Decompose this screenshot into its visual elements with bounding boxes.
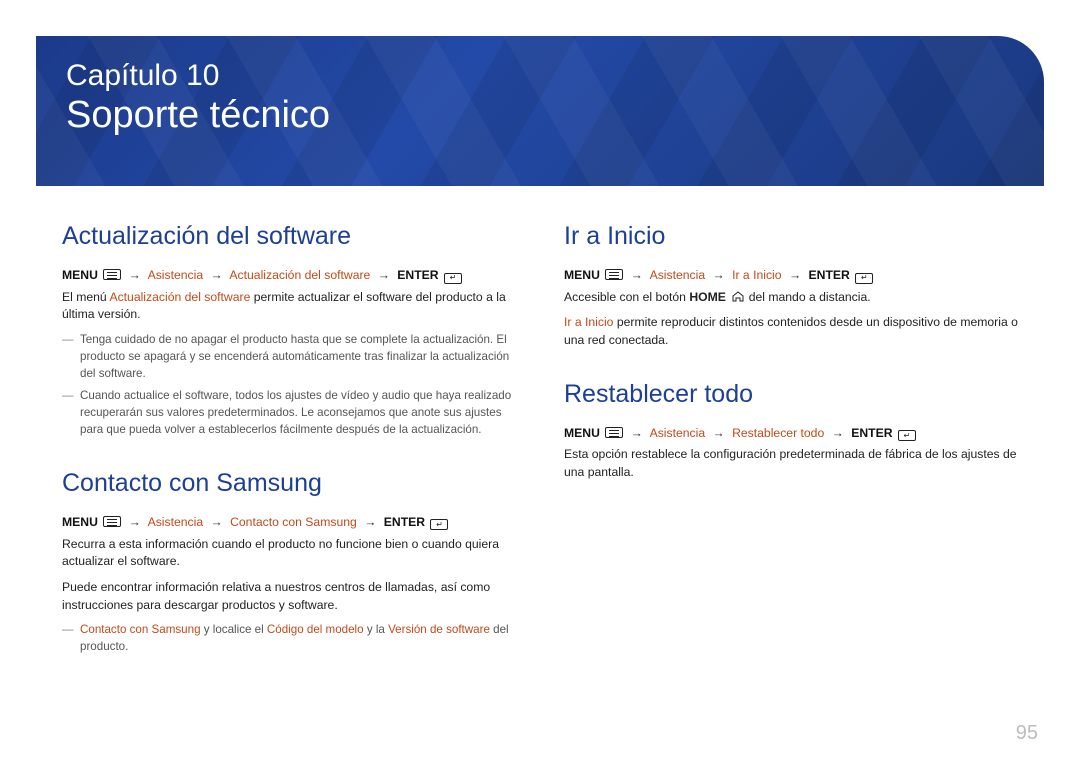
arrow-icon: → (709, 268, 729, 282)
menu-icon (605, 269, 623, 280)
arrow-icon: → (207, 515, 227, 529)
body-text: El menú Actualización del software permi… (62, 289, 516, 324)
arrow-icon: → (374, 268, 394, 282)
chapter-title: Soporte técnico (66, 94, 1014, 138)
menu-icon (103, 516, 121, 527)
arrow-icon: → (125, 515, 145, 529)
enter-icon (430, 519, 448, 530)
arrow-icon: → (627, 426, 647, 440)
block-software-update: MENU → Asistencia → Actualización del so… (62, 267, 516, 439)
enter-label: ENTER (384, 515, 425, 529)
left-column: Actualización del software MENU → Asiste… (62, 222, 516, 662)
content-columns: Actualización del software MENU → Asiste… (62, 222, 1018, 662)
arrow-icon: → (125, 268, 145, 282)
page-number: 95 (1016, 722, 1038, 745)
menu-label: MENU (62, 515, 98, 529)
menu-path: MENU → Asistencia → Actualización del so… (62, 267, 516, 285)
path-item: Actualización del software (229, 268, 370, 282)
menu-path: MENU → Asistencia → Contacto con Samsung… (62, 514, 516, 532)
heading-reset-all: Restablecer todo (564, 380, 1018, 409)
body-text: Recurra a esta información cuando el pro… (62, 536, 516, 571)
block-reset-all: MENU → Asistencia → Restablecer todo → E… (564, 425, 1018, 482)
right-column: Ir a Inicio MENU → Asistencia → Ir a Ini… (564, 222, 1018, 662)
heading-contact-samsung: Contacto con Samsung (62, 469, 516, 498)
home-icon (731, 291, 745, 302)
arrow-icon: → (360, 515, 380, 529)
heading-software-update: Actualización del software (62, 222, 516, 251)
path-asistencia: Asistencia (650, 426, 706, 440)
menu-path: MENU → Asistencia → Restablecer todo → E… (564, 425, 1018, 443)
enter-icon (444, 273, 462, 284)
body-text: Accesible con el botón HOME del mando a … (564, 289, 1018, 307)
path-item: Contacto con Samsung (230, 515, 357, 529)
body-text: Puede encontrar información relativa a n… (62, 579, 516, 614)
manual-page: Capítulo 10 Soporte técnico Actualizació… (0, 0, 1080, 763)
menu-label: MENU (62, 268, 98, 282)
heading-go-home: Ir a Inicio (564, 222, 1018, 251)
path-item: Restablecer todo (732, 426, 824, 440)
body-text: Ir a Inicio permite reproducir distintos… (564, 314, 1018, 349)
menu-icon (605, 427, 623, 438)
enter-label: ENTER (851, 426, 892, 440)
block-contact-samsung: MENU → Asistencia → Contacto con Samsung… (62, 514, 516, 656)
enter-label: ENTER (809, 268, 850, 282)
enter-icon (898, 430, 916, 441)
path-item: Ir a Inicio (732, 268, 781, 282)
arrow-icon: → (828, 426, 848, 440)
note-text: Cuando actualice el software, todos los … (62, 388, 516, 438)
menu-label: MENU (564, 426, 600, 440)
chapter-banner: Capítulo 10 Soporte técnico (36, 36, 1044, 186)
body-text: Esta opción restablece la configuración … (564, 446, 1018, 481)
path-asistencia: Asistencia (650, 268, 706, 282)
menu-icon (103, 269, 121, 280)
enter-icon (855, 273, 873, 284)
arrow-icon: → (207, 268, 227, 282)
block-go-home: MENU → Asistencia → Ir a Inicio → ENTER … (564, 267, 1018, 350)
note-text: Contacto con Samsung y localice el Códig… (62, 622, 516, 656)
path-asistencia: Asistencia (148, 515, 204, 529)
note-text: Tenga cuidado de no apagar el producto h… (62, 332, 516, 382)
path-asistencia: Asistencia (148, 268, 204, 282)
menu-path: MENU → Asistencia → Ir a Inicio → ENTER (564, 267, 1018, 285)
arrow-icon: → (709, 426, 729, 440)
chapter-label: Capítulo 10 (66, 58, 1014, 94)
enter-label: ENTER (397, 268, 438, 282)
menu-label: MENU (564, 268, 600, 282)
arrow-icon: → (785, 268, 805, 282)
arrow-icon: → (627, 268, 647, 282)
